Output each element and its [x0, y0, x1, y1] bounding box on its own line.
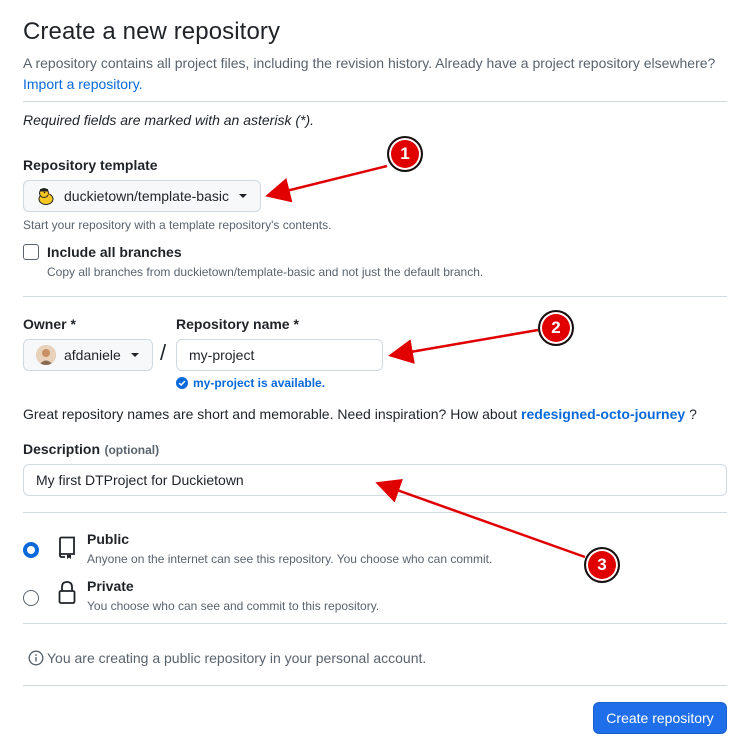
annotation-marker-2: 2: [538, 310, 574, 346]
annotation-arrow-3: [375, 478, 586, 559]
annotation-marker-3: 3: [584, 547, 620, 583]
annotation-arrow-2: [388, 328, 539, 364]
annotation-arrows: [265, 164, 586, 559]
annotation-marker-1: 1: [387, 136, 423, 172]
annotation-arrow-1: [265, 164, 388, 203]
